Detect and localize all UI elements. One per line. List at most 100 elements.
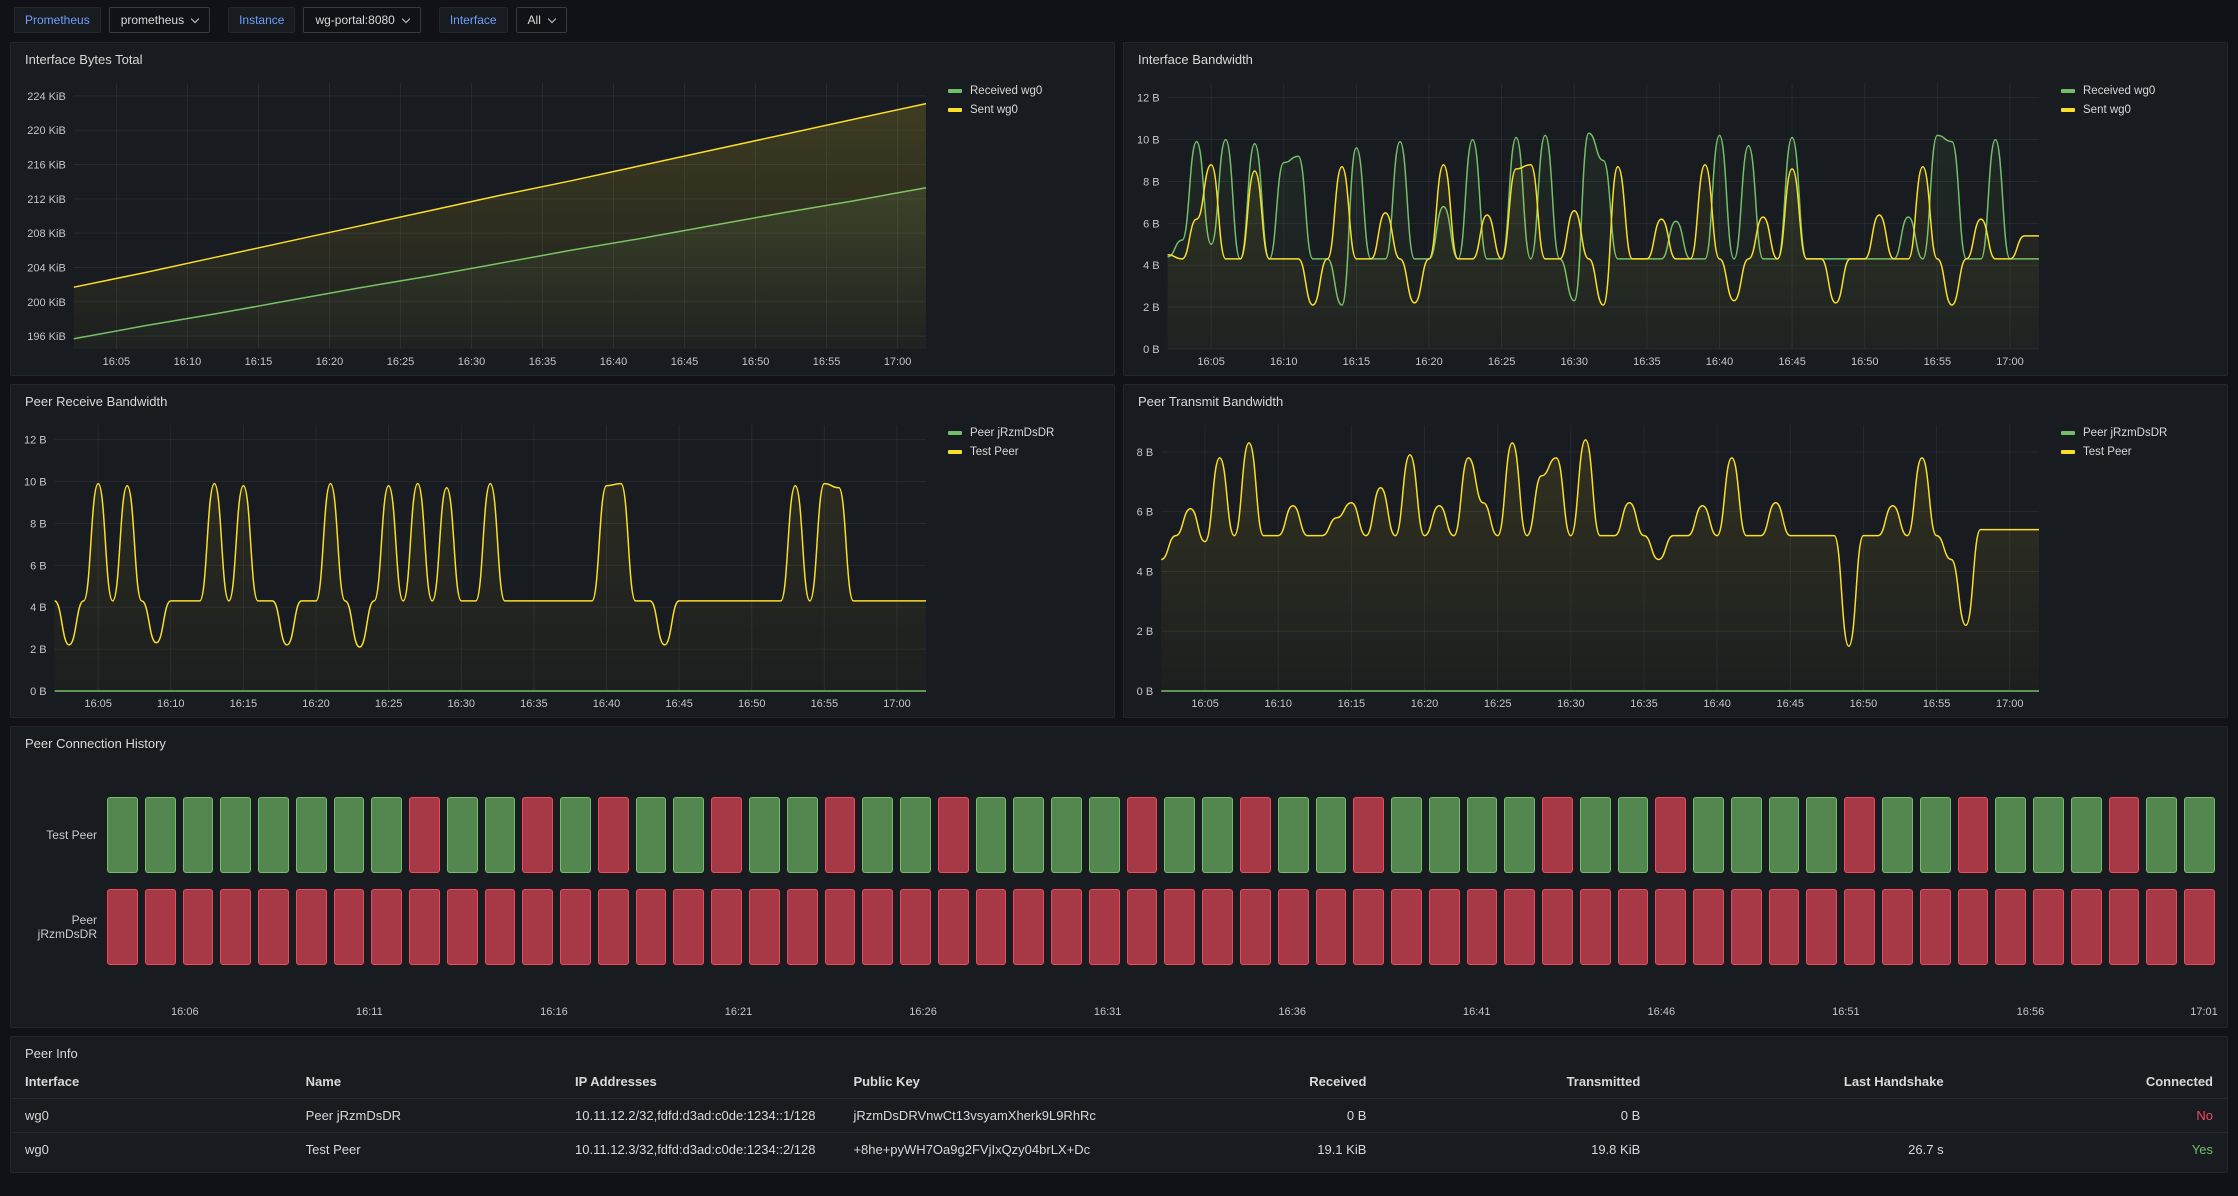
x-axis-tick: 16:05 (84, 698, 112, 710)
x-axis-tick: 16:55 (1923, 698, 1951, 710)
x-axis-tick: 16:15 (1343, 356, 1371, 368)
x-axis-tick: 16:35 (529, 356, 557, 368)
panel-title[interactable]: Peer Receive Bandwidth (11, 385, 1114, 413)
state-bar (1391, 797, 1422, 873)
panel-peer-info: Peer Info InterfaceNameIP AddressesPubli… (10, 1036, 2228, 1173)
panel-interface-bandwidth: Interface Bandwidth 0 B2 B4 B6 B8 B10 B1… (1123, 42, 2228, 376)
state-bar (1542, 889, 1573, 965)
state-bar (485, 797, 516, 873)
x-axis-tick: 16:50 (738, 698, 766, 710)
legend-item[interactable]: Peer jRzmDsDR (948, 427, 1104, 439)
column-header[interactable]: Interface (11, 1065, 292, 1099)
x-axis-tick: 16:20 (302, 698, 330, 710)
state-bar (2109, 889, 2140, 965)
state-bar (2184, 889, 2215, 965)
chart-svg[interactable]: 0 B2 B4 B6 B8 B10 B12 B16:0516:1016:1516… (17, 415, 934, 713)
table-cell: wg0 (11, 1133, 292, 1167)
chart-svg[interactable]: 0 B2 B4 B6 B8 B16:0516:1016:1516:2016:25… (1130, 415, 2047, 713)
state-bar (862, 889, 893, 965)
state-bar (1844, 889, 1875, 965)
peer-receive-bandwidth-chart[interactable]: 0 B2 B4 B6 B8 B10 B12 B16:0516:1016:1516… (17, 415, 934, 713)
state-bar (522, 889, 553, 965)
state-bar (1051, 797, 1082, 873)
x-axis-tick: 16:25 (375, 698, 403, 710)
state-bar (636, 889, 667, 965)
chart-svg[interactable]: 196 KiB200 KiB204 KiB208 KiB212 KiB216 K… (17, 73, 934, 371)
state-bar (1958, 797, 1989, 873)
state-bar (1618, 889, 1649, 965)
legend-item[interactable]: Received wg0 (948, 85, 1104, 97)
state-bar (711, 797, 742, 873)
x-axis-tick: 16:20 (1411, 698, 1439, 710)
table-cell: Yes (1958, 1133, 2227, 1167)
x-axis-tick: 16:15 (230, 698, 258, 710)
x-axis-tick: 16:50 (1851, 356, 1879, 368)
panel-interface-bytes-total: Interface Bytes Total 196 KiB 200 KiB 204 … (10, 42, 1115, 376)
legend-item[interactable]: Sent wg0 (2061, 104, 2217, 116)
table-cell: 19.8 KiB (1380, 1133, 1654, 1167)
table-cell: wg0 (11, 1099, 292, 1133)
timeline-axis-tick: 16:56 (2017, 1006, 2045, 1018)
legend-marker (948, 89, 962, 93)
column-header[interactable]: Received (1140, 1065, 1380, 1099)
state-bar (296, 889, 327, 965)
panel-title[interactable]: Interface Bandwidth (1124, 43, 2227, 71)
x-axis-tick: 16:55 (811, 698, 839, 710)
panel-title[interactable]: Peer Transmit Bandwidth (1124, 385, 2227, 413)
legend-item[interactable]: Test Peer (2061, 446, 2217, 458)
y-axis-tick: 200 KiB (27, 297, 66, 309)
state-bar (1769, 889, 1800, 965)
x-axis-tick: 16:20 (316, 356, 344, 368)
state-bar (145, 797, 176, 873)
panel-title[interactable]: Peer Info (11, 1037, 2227, 1065)
table-cell: Peer jRzmDsDR (292, 1099, 561, 1133)
y-axis-tick: 196 KiB (27, 331, 66, 343)
column-header[interactable]: IP Addresses (561, 1065, 839, 1099)
column-header[interactable]: Transmitted (1380, 1065, 1654, 1099)
state-bar (1353, 889, 1384, 965)
column-header[interactable]: Last Handshake (1654, 1065, 1957, 1099)
column-header[interactable]: Connected (1958, 1065, 2227, 1099)
y-axis-tick: 4 B (1137, 566, 1154, 578)
var-picker-interface[interactable]: All (516, 7, 567, 33)
timeline-axis-tick: 16:21 (725, 1006, 753, 1018)
var-picker-instance[interactable]: wg-portal:8080 (303, 7, 420, 33)
state-bar (900, 797, 931, 873)
panel-title[interactable]: Peer Connection History (11, 727, 2227, 755)
legend-label: Received wg0 (2083, 85, 2155, 97)
state-bar (220, 797, 251, 873)
state-bar (1769, 797, 1800, 873)
state-bar (485, 889, 516, 965)
chart-svg[interactable]: 0 B2 B4 B6 B8 B10 B12 B16:0516:1016:1516… (1130, 73, 2047, 371)
legend-item[interactable]: Peer jRzmDsDR (2061, 427, 2217, 439)
state-bar (1693, 889, 1724, 965)
state-bar (334, 889, 365, 965)
legend-marker (948, 431, 962, 435)
state-bar (1240, 797, 1271, 873)
state-bar (1051, 889, 1082, 965)
legend-item[interactable]: Test Peer (948, 446, 1104, 458)
x-axis-tick: 16:30 (447, 698, 475, 710)
x-axis-tick: 16:10 (1270, 356, 1298, 368)
table-cell: +8he+pyWH7Oa9g2FVjIxQzy04brLX+Dc (839, 1133, 1140, 1167)
table-cell: Test Peer (292, 1133, 561, 1167)
column-header[interactable]: Name (292, 1065, 561, 1099)
y-axis-tick: 6 B (30, 560, 47, 572)
x-axis-tick: 16:35 (1633, 356, 1661, 368)
column-header[interactable]: Public Key (839, 1065, 1140, 1099)
x-axis-tick: 16:45 (671, 356, 699, 368)
interface-bandwidth-chart[interactable]: 0 B2 B4 B6 B8 B10 B12 B16:0516:1016:1516… (1130, 73, 2047, 371)
state-bar (371, 889, 402, 965)
y-axis-tick: 204 KiB (27, 262, 66, 274)
x-axis-tick: 16:40 (593, 698, 621, 710)
panel-title[interactable]: Interface Bytes Total (11, 43, 1114, 71)
timeline-row-label: Peer jRzmDsDR (11, 913, 101, 941)
legend-item[interactable]: Received wg0 (2061, 85, 2217, 97)
y-axis-tick: 2 B (1137, 626, 1154, 638)
peer-transmit-bandwidth-chart[interactable]: 0 B2 B4 B6 B8 B16:0516:1016:1516:2016:25… (1130, 415, 2047, 713)
chevron-down-icon (548, 14, 556, 22)
state-bar (447, 889, 478, 965)
legend-item[interactable]: Sent wg0 (948, 104, 1104, 116)
var-picker-prometheus[interactable]: prometheus (109, 7, 210, 33)
interface-bytes-total-chart[interactable]: 196 KiB200 KiB204 KiB208 KiB212 KiB216 K… (17, 73, 934, 371)
